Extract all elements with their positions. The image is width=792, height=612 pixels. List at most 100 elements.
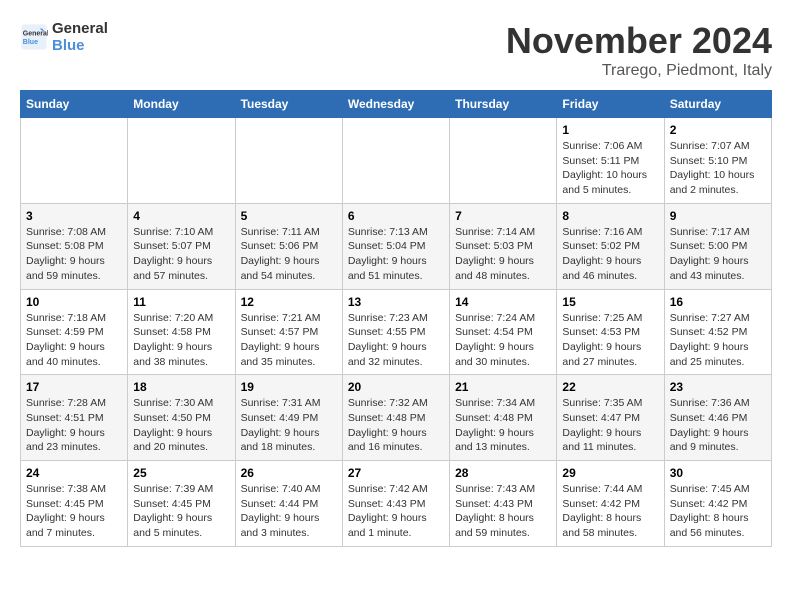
day-info: Sunrise: 7:18 AMSunset: 4:59 PMDaylight:… [26, 311, 122, 370]
calendar-cell: 18 Sunrise: 7:30 AMSunset: 4:50 PMDayligh… [128, 375, 235, 461]
calendar-cell: 5 Sunrise: 7:11 AMSunset: 5:06 PMDaylight… [235, 203, 342, 289]
day-info: Sunrise: 7:36 AMSunset: 4:46 PMDaylight:… [670, 396, 766, 455]
day-number: 13 [348, 295, 444, 309]
day-info: Sunrise: 7:35 AMSunset: 4:47 PMDaylight:… [562, 396, 658, 455]
calendar-cell [342, 118, 449, 204]
calendar-cell: 9Sunrise: 7:17 AMSunset: 5:00 PMDaylight… [664, 203, 771, 289]
calendar-week-3: 10 Sunrise: 7:18 AMSunset: 4:59 PMDayligh… [21, 289, 772, 375]
day-number: 18 [133, 380, 229, 394]
calendar-cell: 6 Sunrise: 7:13 AMSunset: 5:04 PMDaylight… [342, 203, 449, 289]
day-info: Sunrise: 7:10 AMSunset: 5:07 PMDaylight:… [133, 225, 229, 284]
day-number: 15 [562, 295, 658, 309]
calendar-cell: 8Sunrise: 7:16 AMSunset: 5:02 PMDaylight… [557, 203, 664, 289]
logo-line1: General [52, 20, 108, 37]
day-info: Sunrise: 7:13 AMSunset: 5:04 PMDaylight:… [348, 225, 444, 284]
calendar-cell [450, 118, 557, 204]
day-number: 10 [26, 295, 122, 309]
calendar-cell: 30 Sunrise: 7:45 AMSunset: 4:42 PMDayligh… [664, 461, 771, 547]
logo: General Blue General Blue [20, 20, 108, 55]
calendar-cell: 23 Sunrise: 7:36 AMSunset: 4:46 PMDayligh… [664, 375, 771, 461]
svg-text:Blue: Blue [23, 39, 38, 46]
day-number: 2 [670, 123, 766, 137]
day-number: 12 [241, 295, 337, 309]
calendar-cell: 10 Sunrise: 7:18 AMSunset: 4:59 PMDayligh… [21, 289, 128, 375]
calendar-header-row: SundayMondayTuesdayWednesdayThursdayFrid… [21, 91, 772, 118]
logo-icon: General Blue [20, 23, 48, 51]
calendar-cell: 27 Sunrise: 7:42 AMSunset: 4:43 PMDayligh… [342, 461, 449, 547]
day-number: 21 [455, 380, 551, 394]
day-info: Sunrise: 7:08 AMSunset: 5:08 PMDaylight:… [26, 225, 122, 284]
day-number: 6 [348, 209, 444, 223]
day-info: Sunrise: 7:42 AMSunset: 4:43 PMDaylight:… [348, 482, 444, 541]
calendar-cell: 29Sunrise: 7:44 AMSunset: 4:42 PMDayligh… [557, 461, 664, 547]
calendar-cell: 22 Sunrise: 7:35 AMSunset: 4:47 PMDayligh… [557, 375, 664, 461]
day-info: Sunrise: 7:14 AMSunset: 5:03 PMDaylight:… [455, 225, 551, 284]
day-info: Sunrise: 7:34 AMSunset: 4:48 PMDaylight:… [455, 396, 551, 455]
header-saturday: Saturday [664, 91, 771, 118]
day-info: Sunrise: 7:06 AMSunset: 5:11 PMDaylight:… [562, 139, 658, 198]
day-number: 7 [455, 209, 551, 223]
day-info: Sunrise: 7:40 AMSunset: 4:44 PMDaylight:… [241, 482, 337, 541]
day-info: Sunrise: 7:45 AMSunset: 4:42 PMDaylight:… [670, 482, 766, 541]
day-number: 28 [455, 466, 551, 480]
calendar-cell [128, 118, 235, 204]
day-info: Sunrise: 7:32 AMSunset: 4:48 PMDaylight:… [348, 396, 444, 455]
day-info: Sunrise: 7:20 AMSunset: 4:58 PMDaylight:… [133, 311, 229, 370]
calendar-cell: 15 Sunrise: 7:25 AMSunset: 4:53 PMDayligh… [557, 289, 664, 375]
title-block: November 2024 Trarego, Piedmont, Italy [506, 20, 772, 80]
day-number: 19 [241, 380, 337, 394]
calendar-cell: 11 Sunrise: 7:20 AMSunset: 4:58 PMDayligh… [128, 289, 235, 375]
day-info: Sunrise: 7:17 AMSunset: 5:00 PMDaylight:… [670, 225, 766, 284]
calendar-cell: 24Sunrise: 7:38 AMSunset: 4:45 PMDayligh… [21, 461, 128, 547]
day-number: 3 [26, 209, 122, 223]
calendar-week-2: 3 Sunrise: 7:08 AMSunset: 5:08 PMDaylight… [21, 203, 772, 289]
day-number: 22 [562, 380, 658, 394]
day-number: 30 [670, 466, 766, 480]
day-info: Sunrise: 7:43 AMSunset: 4:43 PMDaylight:… [455, 482, 551, 541]
day-number: 14 [455, 295, 551, 309]
month-title: November 2024 [506, 20, 772, 62]
day-number: 25 [133, 466, 229, 480]
day-number: 24 [26, 466, 122, 480]
day-info: Sunrise: 7:30 AMSunset: 4:50 PMDaylight:… [133, 396, 229, 455]
calendar-cell: 2 Sunrise: 7:07 AMSunset: 5:10 PMDaylight… [664, 118, 771, 204]
calendar-cell [21, 118, 128, 204]
calendar-cell: 26Sunrise: 7:40 AMSunset: 4:44 PMDayligh… [235, 461, 342, 547]
page-header: General Blue General Blue November 2024 … [20, 20, 772, 80]
calendar-cell: 4Sunrise: 7:10 AMSunset: 5:07 PMDaylight… [128, 203, 235, 289]
day-number: 23 [670, 380, 766, 394]
calendar-cell: 20 Sunrise: 7:32 AMSunset: 4:48 PMDayligh… [342, 375, 449, 461]
day-info: Sunrise: 7:25 AMSunset: 4:53 PMDaylight:… [562, 311, 658, 370]
day-number: 1 [562, 123, 658, 137]
day-info: Sunrise: 7:28 AMSunset: 4:51 PMDaylight:… [26, 396, 122, 455]
day-info: Sunrise: 7:11 AMSunset: 5:06 PMDaylight:… [241, 225, 337, 284]
day-number: 17 [26, 380, 122, 394]
calendar-cell: 19 Sunrise: 7:31 AMSunset: 4:49 PMDayligh… [235, 375, 342, 461]
calendar-cell [235, 118, 342, 204]
day-info: Sunrise: 7:21 AMSunset: 4:57 PMDaylight:… [241, 311, 337, 370]
calendar-week-1: 1 Sunrise: 7:06 AMSunset: 5:11 PMDaylight… [21, 118, 772, 204]
day-number: 11 [133, 295, 229, 309]
header-sunday: Sunday [21, 91, 128, 118]
calendar-cell: 25 Sunrise: 7:39 AMSunset: 4:45 PMDayligh… [128, 461, 235, 547]
day-info: Sunrise: 7:16 AMSunset: 5:02 PMDaylight:… [562, 225, 658, 284]
calendar-cell: 21 Sunrise: 7:34 AMSunset: 4:48 PMDayligh… [450, 375, 557, 461]
calendar-cell: 13Sunrise: 7:23 AMSunset: 4:55 PMDayligh… [342, 289, 449, 375]
day-info: Sunrise: 7:31 AMSunset: 4:49 PMDaylight:… [241, 396, 337, 455]
location: Trarego, Piedmont, Italy [506, 62, 772, 80]
day-number: 27 [348, 466, 444, 480]
day-info: Sunrise: 7:07 AMSunset: 5:10 PMDaylight:… [670, 139, 766, 198]
calendar-cell: 12 Sunrise: 7:21 AMSunset: 4:57 PMDayligh… [235, 289, 342, 375]
day-info: Sunrise: 7:27 AMSunset: 4:52 PMDaylight:… [670, 311, 766, 370]
header-wednesday: Wednesday [342, 91, 449, 118]
day-number: 5 [241, 209, 337, 223]
calendar-week-5: 24Sunrise: 7:38 AMSunset: 4:45 PMDayligh… [21, 461, 772, 547]
day-info: Sunrise: 7:24 AMSunset: 4:54 PMDaylight:… [455, 311, 551, 370]
day-info: Sunrise: 7:39 AMSunset: 4:45 PMDaylight:… [133, 482, 229, 541]
calendar-week-4: 17 Sunrise: 7:28 AMSunset: 4:51 PMDayligh… [21, 375, 772, 461]
header-tuesday: Tuesday [235, 91, 342, 118]
calendar-cell: 17 Sunrise: 7:28 AMSunset: 4:51 PMDayligh… [21, 375, 128, 461]
day-number: 16 [670, 295, 766, 309]
day-number: 20 [348, 380, 444, 394]
day-number: 29 [562, 466, 658, 480]
